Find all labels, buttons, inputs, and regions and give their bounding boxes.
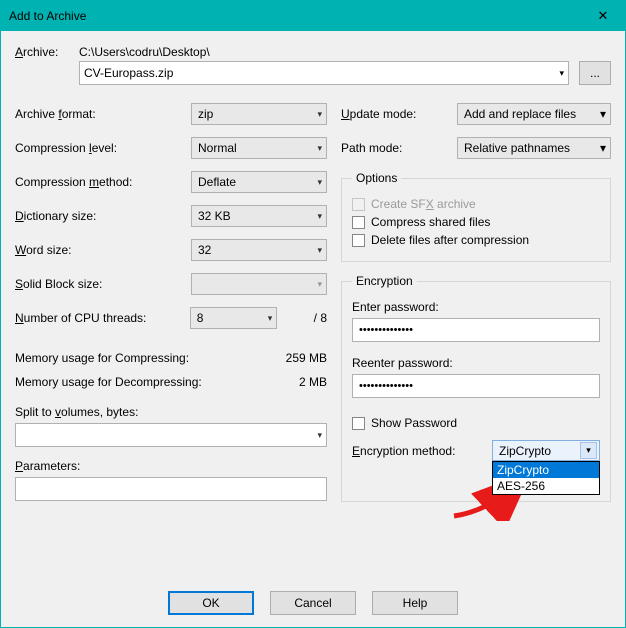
dialog-window: Add to Archive ✕ Archive: C:\Users\codru…: [0, 0, 626, 628]
show-password-label: Show Password: [371, 416, 457, 430]
word-size-select[interactable]: 32 ▾: [191, 239, 327, 261]
update-mode-select[interactable]: Add and replace files ▾: [457, 103, 611, 125]
sfx-checkbox: [352, 198, 365, 211]
encryption-method-value: ZipCrypto: [499, 444, 551, 458]
encryption-option-zipcrypto[interactable]: ZipCrypto: [493, 462, 599, 478]
chevron-down-icon: ▾: [317, 211, 322, 222]
options-group: Options Create SFX archive Compress shar…: [341, 171, 611, 262]
mem-compress-value: 259 MB: [286, 351, 327, 365]
right-column: Update mode: Add and replace files ▾ Pat…: [341, 103, 611, 514]
delete-after-label: Delete files after compression: [371, 233, 529, 247]
update-mode-value: Add and replace files: [464, 107, 576, 121]
solid-block-label: Solid Block size:: [15, 277, 191, 291]
close-button[interactable]: ✕: [581, 1, 625, 31]
archive-format-select[interactable]: zip ▾: [191, 103, 327, 125]
chevron-down-icon: ▾: [559, 68, 564, 79]
window-title: Add to Archive: [9, 9, 86, 23]
compression-level-label: Compression level:: [15, 141, 191, 155]
compress-shared-checkbox[interactable]: [352, 216, 365, 229]
solid-block-select: ▾: [191, 273, 327, 295]
compress-shared-label: Compress shared files: [371, 215, 490, 229]
chevron-down-icon: ▾: [317, 430, 322, 441]
compression-method-select[interactable]: Deflate ▾: [191, 171, 327, 193]
path-mode-select[interactable]: Relative pathnames ▾: [457, 137, 611, 159]
chevron-down-icon: ▾: [317, 177, 322, 188]
parameters-label: Parameters:: [15, 459, 327, 473]
compression-method-value: Deflate: [198, 175, 236, 189]
encryption-method-dropdown: ZipCrypto AES-256: [492, 461, 600, 495]
options-legend: Options: [352, 171, 401, 185]
update-mode-label: Update mode:: [341, 107, 457, 121]
chevron-down-icon: ▾: [268, 313, 273, 324]
chevron-down-icon: ▾: [317, 109, 322, 120]
cpu-threads-total: / 8: [287, 311, 327, 325]
compression-level-value: Normal: [198, 141, 237, 155]
cancel-button[interactable]: Cancel: [270, 591, 356, 615]
cpu-threads-value: 8: [197, 311, 204, 325]
dictionary-size-label: Dictionary size:: [15, 209, 191, 223]
compression-level-select[interactable]: Normal ▾: [191, 137, 327, 159]
chevron-down-icon: ▾: [600, 141, 606, 155]
split-volumes-input[interactable]: ▾: [15, 423, 327, 447]
client-area: Archive: C:\Users\codru\Desktop\ CV-Euro…: [1, 31, 625, 627]
dictionary-size-select[interactable]: 32 KB ▾: [191, 205, 327, 227]
dictionary-size-value: 32 KB: [198, 209, 231, 223]
word-size-label: Word size:: [15, 243, 191, 257]
archive-filename-input[interactable]: CV-Europass.zip ▾: [79, 61, 569, 85]
encryption-method-select[interactable]: ZipCrypto ▾ ZipCrypto AES-256: [492, 440, 600, 461]
split-volumes-label: Split to volumes, bytes:: [15, 405, 327, 419]
mem-compress-label: Memory usage for Compressing:: [15, 351, 189, 365]
delete-after-checkbox[interactable]: [352, 234, 365, 247]
mem-decompress-label: Memory usage for Decompressing:: [15, 375, 202, 389]
word-size-value: 32: [198, 243, 211, 257]
archive-format-label: Archive format:: [15, 107, 191, 121]
chevron-down-icon: ▾: [580, 442, 597, 459]
show-password-checkbox[interactable]: [352, 417, 365, 430]
encryption-option-aes256[interactable]: AES-256: [493, 478, 599, 494]
reenter-password-label: Reenter password:: [352, 356, 600, 370]
cpu-threads-select[interactable]: 8 ▾: [190, 307, 277, 329]
encryption-method-label: Encryption method:: [352, 444, 492, 458]
chevron-down-icon: ▾: [317, 279, 322, 290]
archive-format-value: zip: [198, 107, 213, 121]
ok-button[interactable]: OK: [168, 591, 254, 615]
archive-folder-path: C:\Users\codru\Desktop\: [79, 45, 611, 59]
enter-password-input[interactable]: [352, 318, 600, 342]
browse-button[interactable]: ...: [579, 61, 611, 85]
archive-filename-value: CV-Europass.zip: [84, 66, 173, 80]
reenter-password-input[interactable]: [352, 374, 600, 398]
enter-password-label: Enter password:: [352, 300, 600, 314]
help-button[interactable]: Help: [372, 591, 458, 615]
left-column: Archive format: zip ▾ Compression level:…: [15, 103, 327, 514]
parameters-input[interactable]: [15, 477, 327, 501]
chevron-down-icon: ▾: [317, 143, 322, 154]
encryption-group: Encryption Enter password: Reenter passw…: [341, 274, 611, 502]
path-mode-label: Path mode:: [341, 141, 457, 155]
titlebar[interactable]: Add to Archive ✕: [1, 1, 625, 31]
archive-label: Archive:: [15, 45, 65, 59]
chevron-down-icon: ▾: [317, 245, 322, 256]
encryption-legend: Encryption: [352, 274, 417, 288]
compression-method-label: Compression method:: [15, 175, 191, 189]
path-mode-value: Relative pathnames: [464, 141, 570, 155]
cpu-threads-label: Number of CPU threads:: [15, 311, 190, 325]
mem-decompress-value: 2 MB: [299, 375, 327, 389]
sfx-label: Create SFX archive: [371, 197, 476, 211]
chevron-down-icon: ▾: [600, 107, 606, 121]
button-bar: OK Cancel Help: [1, 591, 625, 615]
